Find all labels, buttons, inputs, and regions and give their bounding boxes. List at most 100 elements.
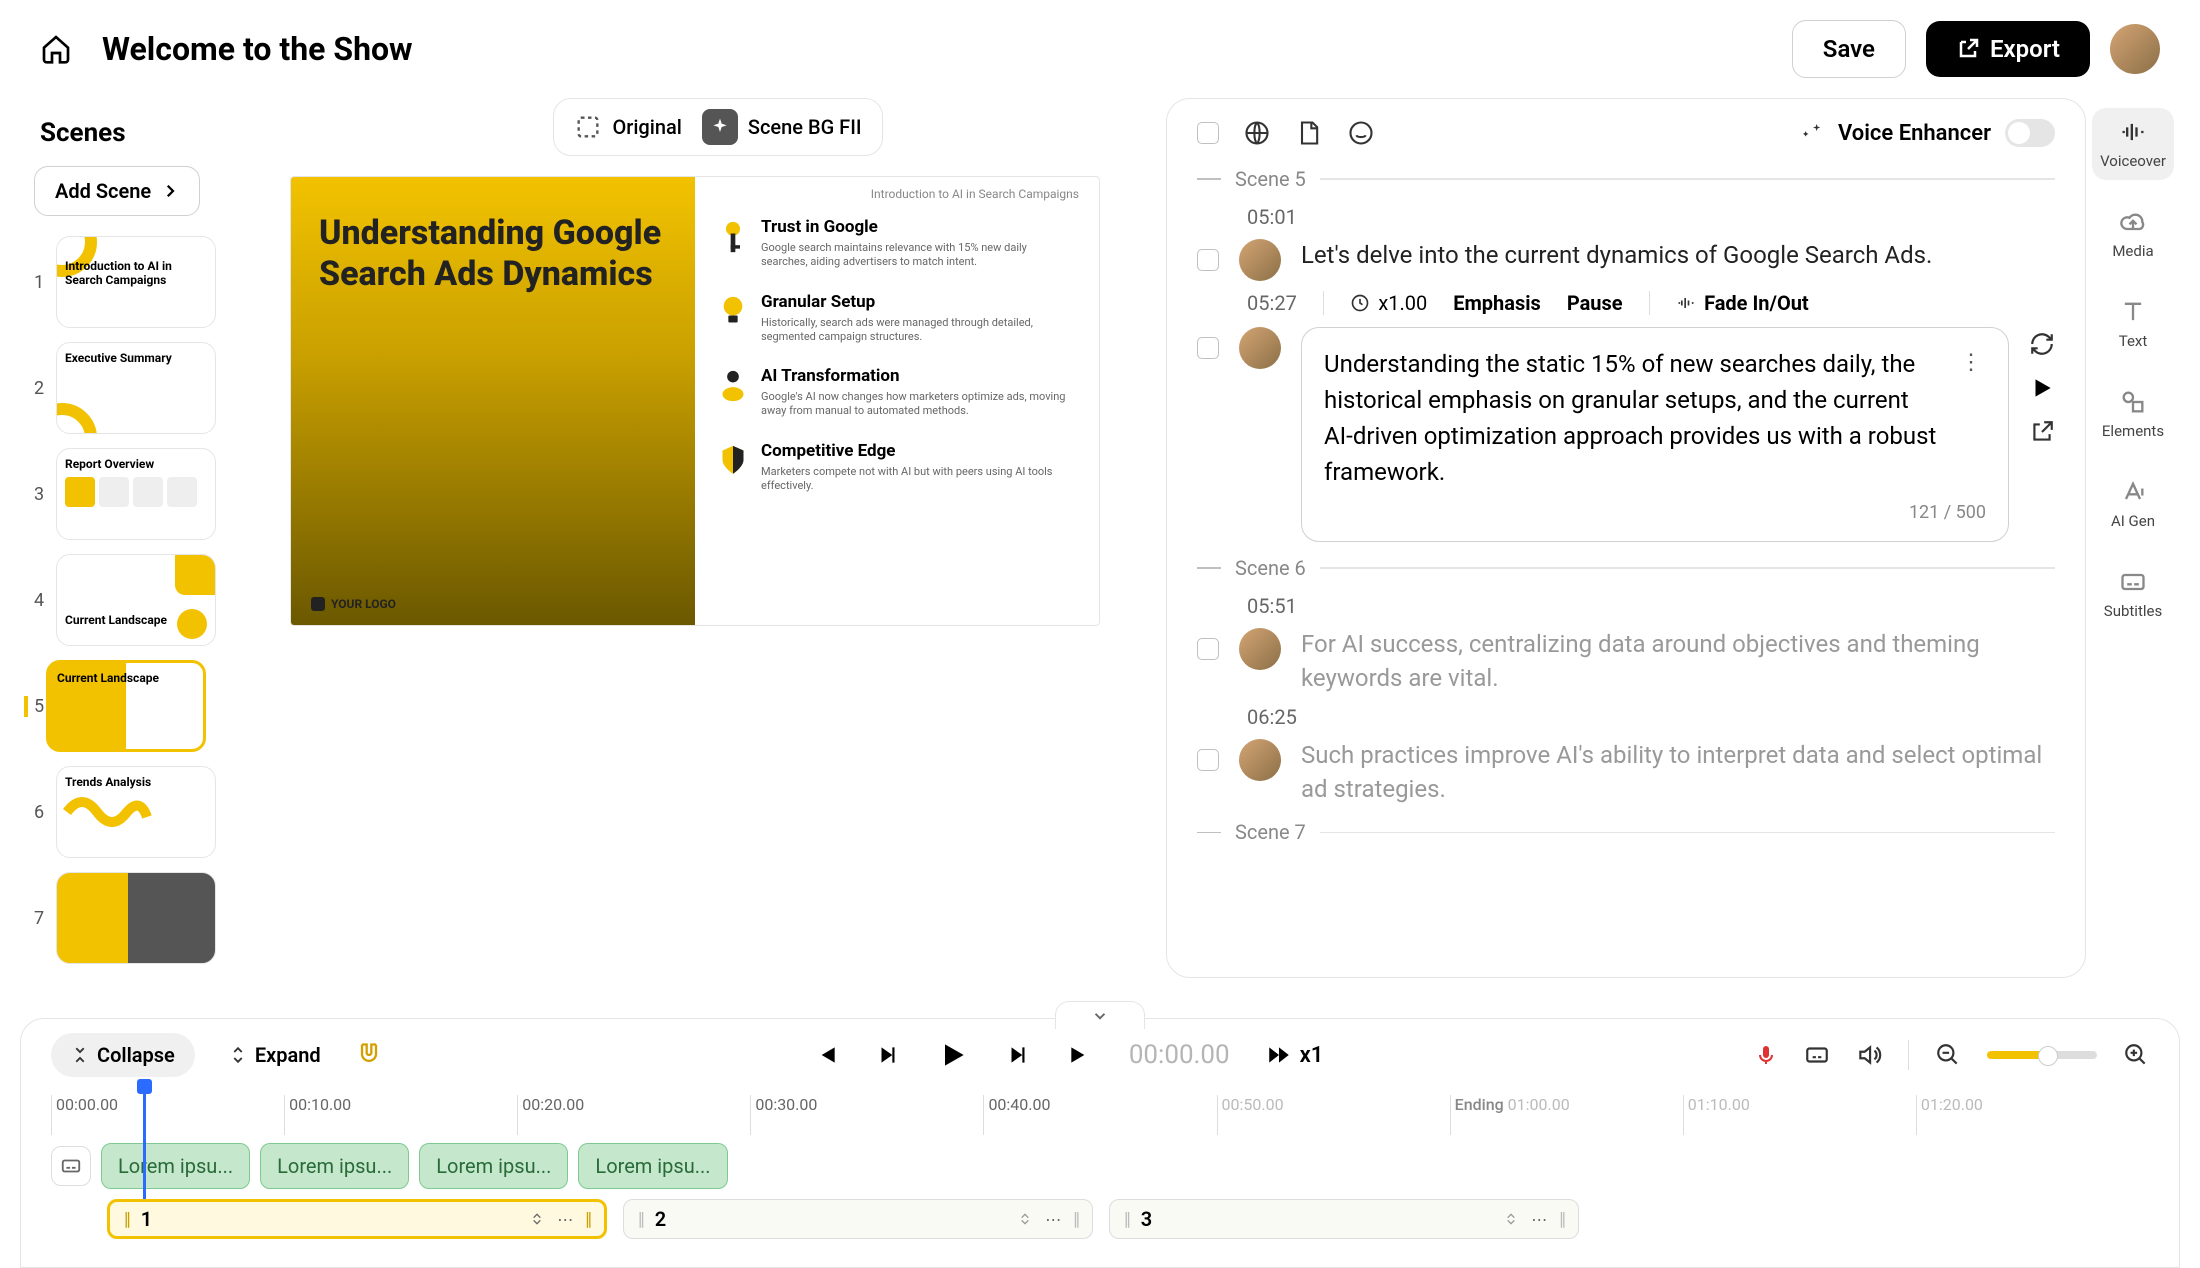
- clip-handle-right[interactable]: ||: [1559, 1209, 1564, 1230]
- scene-item-7[interactable]: 7: [34, 872, 256, 964]
- scene-thumb-title: Report Overview: [65, 457, 207, 471]
- right-rail: Voiceover Media Text Elements AI Gen Sub…: [2086, 98, 2180, 978]
- scene-item-6[interactable]: 6 Trends Analysis: [34, 766, 256, 858]
- slide-heading: Understanding Google Search Ads Dynamics: [319, 213, 667, 295]
- clip-more-icon[interactable]: ⋯: [1531, 1210, 1547, 1229]
- scene-clip-2[interactable]: || 2 ⋯ ||: [623, 1199, 1093, 1239]
- speed-control[interactable]: x1.00: [1350, 291, 1427, 315]
- rail-voiceover[interactable]: Voiceover: [2092, 108, 2174, 180]
- skip-start-icon[interactable]: [813, 1042, 839, 1068]
- clip-handle-right[interactable]: ||: [585, 1209, 590, 1230]
- add-scene-button[interactable]: Add Scene: [34, 166, 200, 216]
- rail-elements[interactable]: Elements: [2092, 378, 2174, 450]
- scene-clip-3[interactable]: || 3 ⋯ ||: [1109, 1199, 1579, 1239]
- scene-item-2[interactable]: 2 Executive Summary: [34, 342, 256, 434]
- rail-aigen[interactable]: AI Gen: [2092, 468, 2174, 540]
- scene-item-3[interactable]: 3 Report Overview: [34, 448, 256, 540]
- timeline-collapse-tab[interactable]: [1055, 1001, 1145, 1029]
- scene-clip-1[interactable]: || 1 ⋯ ||: [107, 1199, 607, 1239]
- more-menu-icon[interactable]: ⋮: [1956, 346, 1986, 379]
- home-icon[interactable]: [40, 33, 72, 65]
- speaker-avatar[interactable]: [1239, 739, 1281, 781]
- scene-num: 4: [34, 590, 46, 611]
- save-button[interactable]: Save: [1792, 20, 1906, 78]
- timeline-ruler[interactable]: 00:00.00 00:10.00 00:20.00 00:30.00 00:4…: [51, 1095, 2149, 1135]
- zoom-slider[interactable]: [1987, 1051, 2097, 1059]
- subtitle-track-icon[interactable]: [51, 1146, 91, 1186]
- scene-item-1[interactable]: 1 Introduction to AI in Search Campaigns: [34, 236, 256, 328]
- scene-thumb-title: Executive Summary: [65, 351, 207, 365]
- subtitle-clip[interactable]: Lorem ipsu...: [260, 1143, 409, 1189]
- slide-top-label: Introduction to AI in Search Campaigns: [871, 187, 1079, 201]
- scene-item-4[interactable]: 4 Current Landscape: [34, 554, 256, 646]
- rail-label: AI Gen: [2111, 512, 2155, 530]
- subtitles-icon: [2119, 568, 2147, 596]
- sort-icon[interactable]: [529, 1211, 545, 1227]
- share-icon[interactable]: [2029, 419, 2055, 445]
- zoom-out-icon[interactable]: [1935, 1042, 1961, 1068]
- vo-checkbox[interactable]: [1197, 749, 1219, 771]
- speaker-avatar[interactable]: [1239, 327, 1281, 369]
- scene-num: 3: [34, 484, 46, 505]
- vo-checkbox[interactable]: [1197, 337, 1219, 359]
- clip-handle-left[interactable]: ||: [638, 1209, 643, 1230]
- subtitle-clip[interactable]: Lorem ipsu...: [101, 1143, 250, 1189]
- pause-button[interactable]: Pause: [1567, 291, 1623, 315]
- vo-line[interactable]: Such practices improve AI's ability to i…: [1197, 739, 2055, 806]
- document-icon[interactable]: [1295, 119, 1323, 147]
- smile-icon[interactable]: [1347, 119, 1375, 147]
- sort-icon[interactable]: [1017, 1211, 1033, 1227]
- play-icon[interactable]: [937, 1039, 969, 1071]
- ruler-tick: 00:00.00: [51, 1095, 284, 1135]
- clip-handle-left[interactable]: ||: [124, 1209, 129, 1230]
- vo-checkbox[interactable]: [1197, 638, 1219, 660]
- translate-icon[interactable]: [1243, 119, 1271, 147]
- skip-end-icon[interactable]: [1067, 1042, 1093, 1068]
- frame-forward-icon[interactable]: [1005, 1042, 1031, 1068]
- clip-more-icon[interactable]: ⋯: [1045, 1210, 1061, 1229]
- canvas-slide[interactable]: Introduction to AI in Search Campaigns U…: [290, 176, 1100, 626]
- rail-subtitles[interactable]: Subtitles: [2092, 558, 2174, 630]
- subtitle-clip[interactable]: Lorem ipsu...: [419, 1143, 568, 1189]
- export-icon: [1956, 37, 1980, 61]
- emphasis-button[interactable]: Emphasis: [1453, 291, 1541, 315]
- export-button[interactable]: Export: [1926, 21, 2090, 77]
- clip-handle-right[interactable]: ||: [1073, 1209, 1078, 1230]
- voice-enhancer-toggle[interactable]: [2005, 119, 2055, 147]
- canvas-bgfill-toggle[interactable]: Scene BG FII: [702, 109, 862, 145]
- clip-handle-left[interactable]: ||: [1124, 1209, 1129, 1230]
- play-icon[interactable]: [2029, 375, 2055, 401]
- scene-item-5[interactable]: 5 Current Landscape: [34, 660, 256, 752]
- expand-icon: [229, 1046, 247, 1064]
- vo-checkbox[interactable]: [1197, 249, 1219, 271]
- vo-text[interactable]: Understanding the static 15% of new sear…: [1324, 346, 1942, 490]
- point-desc: Marketers compete not with AI but with p…: [761, 465, 1075, 494]
- select-all-checkbox[interactable]: [1197, 122, 1219, 144]
- scene-num: 2: [34, 378, 46, 399]
- canvas-original-toggle[interactable]: Original: [574, 113, 681, 141]
- mic-icon[interactable]: [1754, 1043, 1778, 1067]
- regenerate-icon[interactable]: [2029, 331, 2055, 357]
- vo-line[interactable]: For AI success, centralizing data around…: [1197, 628, 2055, 695]
- expand-button[interactable]: Expand: [209, 1033, 341, 1077]
- user-avatar[interactable]: [2110, 24, 2160, 74]
- playback-speed[interactable]: x1: [1266, 1042, 1324, 1068]
- sort-icon[interactable]: [1503, 1211, 1519, 1227]
- bulb-icon: [719, 292, 747, 332]
- collapse-label: Collapse: [97, 1043, 175, 1067]
- subtitle-clip[interactable]: Lorem ipsu...: [578, 1143, 727, 1189]
- speaker-avatar[interactable]: [1239, 628, 1281, 670]
- speaker-avatar[interactable]: [1239, 239, 1281, 281]
- volume-icon[interactable]: [1856, 1042, 1882, 1068]
- vo-text-editor[interactable]: Understanding the static 15% of new sear…: [1301, 327, 2009, 542]
- rail-media[interactable]: Media: [2092, 198, 2174, 270]
- fade-button[interactable]: Fade In/Out: [1676, 291, 1809, 315]
- frame-back-icon[interactable]: [875, 1042, 901, 1068]
- zoom-in-icon[interactable]: [2123, 1042, 2149, 1068]
- magnet-icon[interactable]: [355, 1041, 383, 1069]
- collapse-button[interactable]: Collapse: [51, 1033, 195, 1077]
- rail-text[interactable]: Text: [2092, 288, 2174, 360]
- clip-more-icon[interactable]: ⋯: [557, 1210, 573, 1229]
- vo-line[interactable]: Let's delve into the current dynamics of…: [1197, 239, 2055, 281]
- cc-icon[interactable]: [1804, 1042, 1830, 1068]
